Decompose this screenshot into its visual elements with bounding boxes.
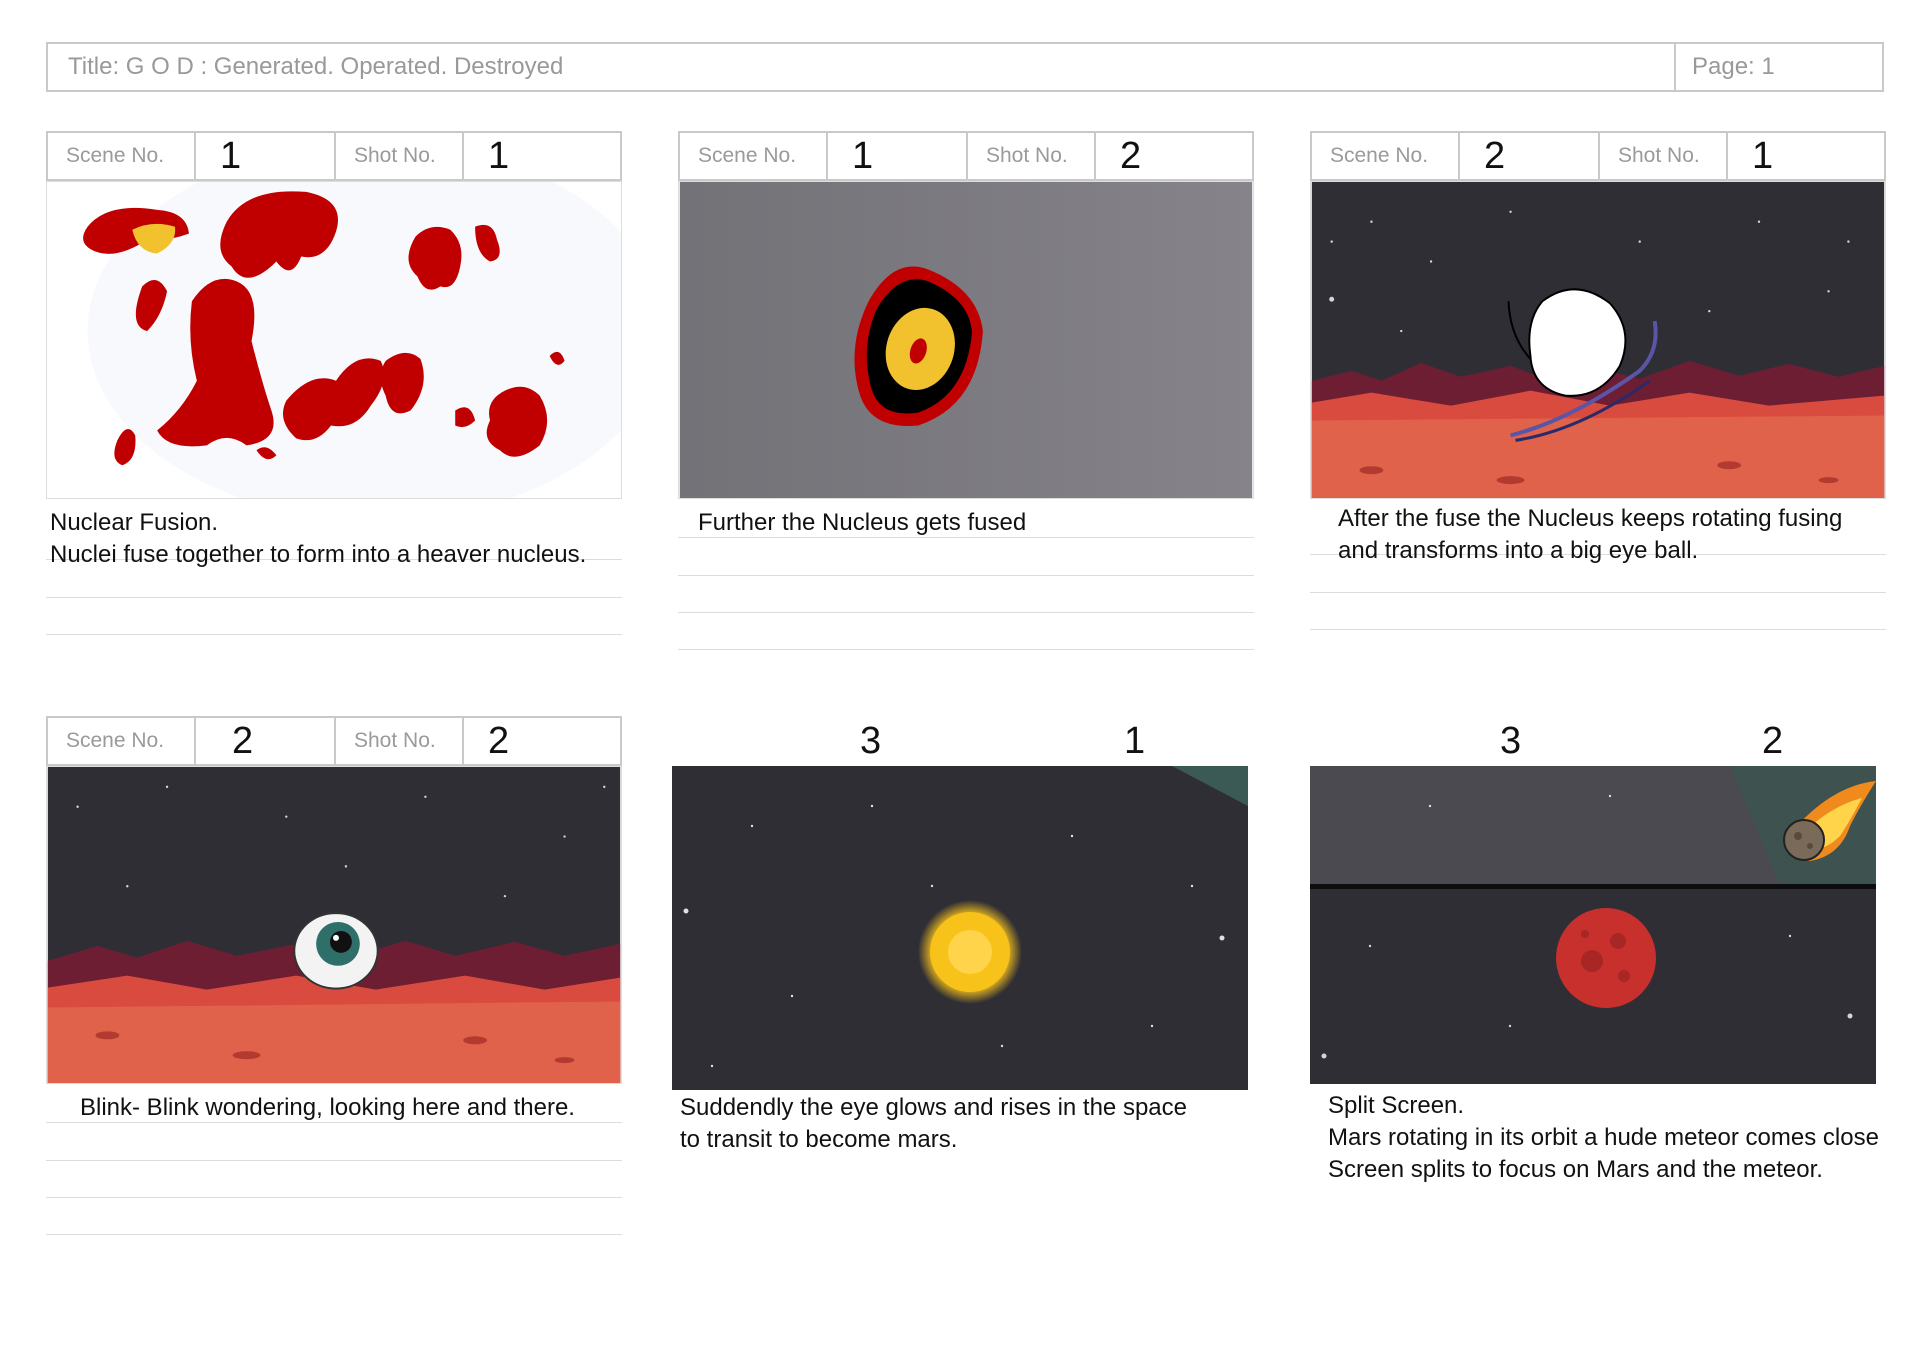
- panel-frame: [1310, 181, 1886, 499]
- shot-description: Blink- Blink wondering, looking here and…: [80, 1092, 720, 1124]
- scene-label: Scene No.: [1312, 133, 1460, 179]
- panel-frame: [672, 766, 1248, 1090]
- panel-header: Scene No. 1 Shot No. 1: [46, 131, 622, 181]
- scene-label: Scene No.: [672, 716, 820, 766]
- glowing-sun-in-space-icon: [672, 766, 1248, 1090]
- scene-label: Scene No.: [48, 133, 196, 179]
- shot-description: After the fuse the Nucleus keeps rotatin…: [1338, 503, 1920, 567]
- shot-description: Further the Nucleus gets fused: [698, 507, 1338, 539]
- shot-label: Shot No.: [336, 718, 464, 764]
- panel-frame: [46, 181, 622, 499]
- description-area: Further the Nucleus gets fused: [678, 499, 1254, 650]
- description-area: Nuclear Fusion. Nuclei fuse together to …: [46, 499, 622, 649]
- scene-number: 3: [860, 719, 882, 762]
- shot-label: Shot No.: [1598, 716, 1726, 766]
- shot-label: Shot No.: [336, 133, 464, 179]
- shot-description: Nuclear Fusion. Nuclei fuse together to …: [50, 507, 690, 571]
- red-nuclei-blobs-icon: [47, 182, 621, 498]
- description-line: After the fuse the Nucleus keeps rotatin…: [1338, 505, 1843, 532]
- shot-number: 1: [1752, 134, 1774, 177]
- rotating-ball-over-mars-icon: [1311, 182, 1885, 498]
- panel-header: Scene No. 3 Shot No. 2: [1310, 716, 1886, 766]
- description-line: Further the Nucleus gets fused: [698, 509, 1027, 536]
- shot-number: 2: [488, 719, 510, 762]
- description-line: Split Screen.: [1328, 1092, 1465, 1119]
- description-line: Nuclei fuse together to form into a heav…: [50, 541, 587, 568]
- eyeball-over-mars-icon: [47, 767, 621, 1083]
- description-area: Blink- Blink wondering, looking here and…: [46, 1084, 622, 1235]
- shot-label: Shot No.: [1600, 133, 1728, 179]
- shot-label: Shot No.: [960, 716, 1088, 766]
- shot-description: Split Screen. Mars rotating in its orbit…: [1328, 1090, 1920, 1186]
- panel-header: Scene No. 3 Shot No. 1: [672, 716, 1248, 766]
- scene-number: 1: [196, 133, 336, 179]
- page-number: Page: 1: [1692, 53, 1775, 80]
- scene-number: 2: [1460, 133, 1600, 179]
- description-area: Split Screen. Mars rotating in its orbit…: [1310, 1090, 1886, 1240]
- shot-number: 1: [488, 134, 510, 177]
- panel-frame: [46, 766, 622, 1084]
- title-bar: Title: G O D : Generated. Operated. Dest…: [46, 42, 1884, 92]
- panel-frame: [678, 181, 1254, 499]
- shot-label: Shot No.: [968, 133, 1096, 179]
- shot-description: Suddendly the eye glows and rises in the…: [680, 1092, 1320, 1156]
- scene-label: Scene No.: [1310, 716, 1458, 766]
- scene-number: 2: [196, 718, 336, 764]
- shot-number: 2: [1762, 719, 1784, 762]
- panel-header: Scene No. 1 Shot No. 2: [678, 131, 1254, 181]
- description-line: Suddendly the eye glows and rises in the…: [680, 1094, 1187, 1121]
- description-area: Suddendly the eye glows and rises in the…: [672, 1090, 1248, 1240]
- shot-number: 2: [1120, 134, 1142, 177]
- storyboard-title: Title: G O D : Generated. Operated. Dest…: [48, 44, 1676, 90]
- fused-nucleus-icon: [679, 182, 1253, 498]
- panel-header: Scene No. 2 Shot No. 1: [1310, 131, 1886, 181]
- scene-label: Scene No.: [48, 718, 196, 764]
- description-line: Blink- Blink wondering, looking here and…: [80, 1094, 575, 1121]
- description-line: Screen splits to focus on Mars and the m…: [1328, 1156, 1823, 1183]
- scene-label: Scene No.: [680, 133, 828, 179]
- description-area: After the fuse the Nucleus keeps rotatin…: [1310, 499, 1886, 649]
- description-line: to transit to become mars.: [680, 1126, 958, 1153]
- panel-frame: [1310, 766, 1876, 1084]
- mars-and-meteor-split-icon: [1310, 766, 1876, 1084]
- description-line: Mars rotating in its orbit a hude meteor…: [1328, 1124, 1879, 1151]
- shot-number: 1: [1124, 719, 1146, 762]
- panel-header: Scene No. 2 Shot No. 2: [46, 716, 622, 766]
- description-line: and transforms into a big eye ball.: [1338, 537, 1699, 564]
- description-line: Nuclear Fusion.: [50, 509, 219, 536]
- scene-number: 3: [1500, 719, 1522, 762]
- scene-number: 1: [828, 133, 968, 179]
